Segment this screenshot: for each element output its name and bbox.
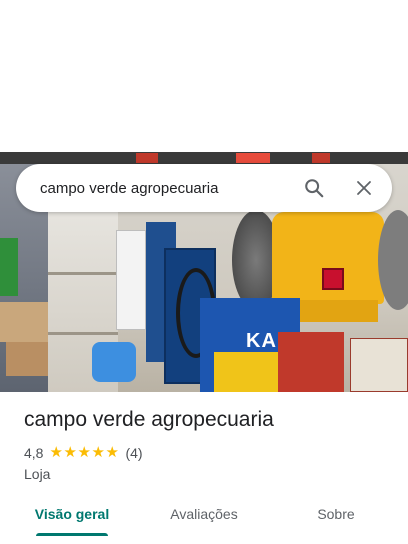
active-tab-indicator xyxy=(36,533,108,536)
place-details-page: KALA campo verde agropecuaria campo verd… xyxy=(0,0,408,544)
star-icon: ★ xyxy=(49,444,63,461)
tab-overview-label: Visão geral xyxy=(34,506,110,522)
tab-overview[interactable]: Visão geral xyxy=(0,496,144,536)
tab-about[interactable]: Sobre xyxy=(264,496,408,536)
close-icon[interactable] xyxy=(346,170,382,206)
star-icon: ★ xyxy=(77,444,91,461)
star-rating: ★ ★ ★ ★ ★ xyxy=(49,444,119,461)
review-count[interactable]: (4) xyxy=(125,445,142,461)
tab-reviews-label: Avaliações xyxy=(170,506,238,522)
star-icon: ★ xyxy=(105,444,119,461)
search-bar[interactable]: campo verde agropecuaria xyxy=(16,164,392,212)
place-category: Loja xyxy=(24,466,51,482)
star-icon: ★ xyxy=(63,444,77,461)
photo-shelf xyxy=(0,152,408,164)
tab-reviews[interactable]: Avaliações xyxy=(144,496,264,536)
star-icon: ★ xyxy=(91,444,105,461)
search-icon[interactable] xyxy=(296,170,332,206)
rating-row[interactable]: 4,8 ★ ★ ★ ★ ★ (4) xyxy=(24,444,143,462)
bench-grinder xyxy=(272,212,384,304)
place-title: campo verde agropecuaria xyxy=(24,408,274,431)
tab-about-label: Sobre xyxy=(317,506,355,522)
tab-bar: Visão geral Avaliações Sobre xyxy=(0,496,408,536)
rating-value: 4,8 xyxy=(24,445,44,461)
search-input[interactable]: campo verde agropecuaria xyxy=(40,180,296,197)
